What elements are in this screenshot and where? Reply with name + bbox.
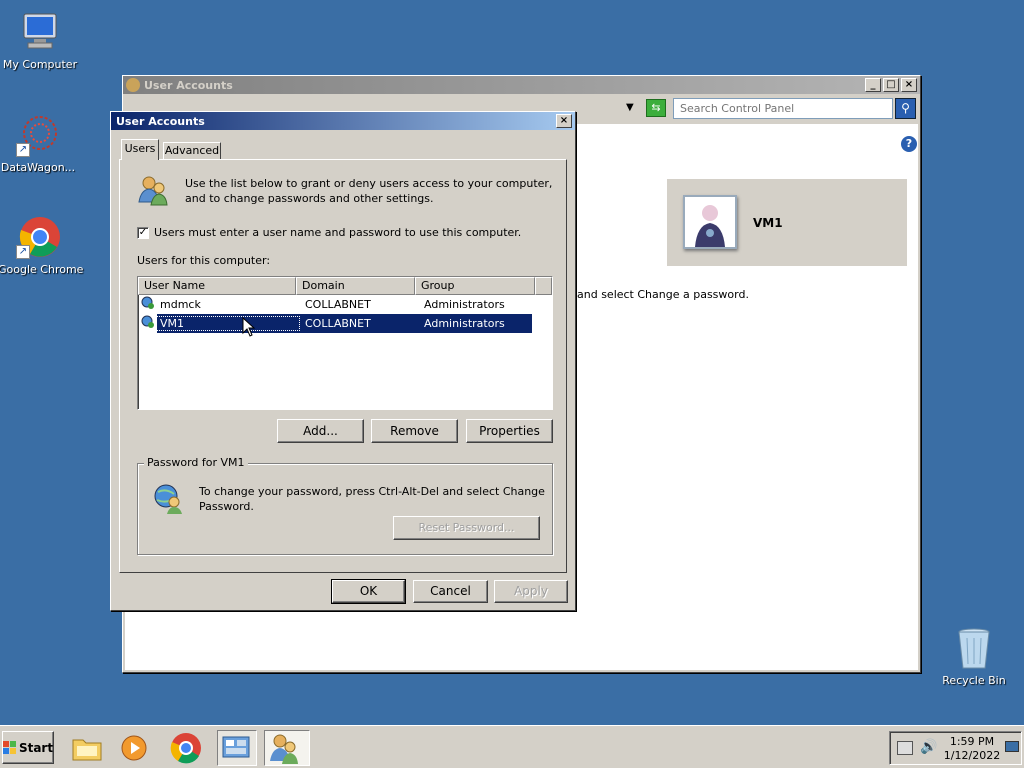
cell-group: Administrators bbox=[424, 317, 505, 330]
checkbox-label: Users must enter a user name and passwor… bbox=[154, 226, 522, 239]
user-tile-name: VM1 bbox=[753, 216, 783, 230]
selection-highlight: VM1 COLLABNET Administrators bbox=[156, 314, 532, 333]
show-desktop-icon[interactable] bbox=[1005, 741, 1019, 752]
desktop-icon-label: Recycle Bin bbox=[942, 674, 1006, 687]
start-label: Start bbox=[18, 740, 54, 755]
dialog-titlebar: User Accounts × bbox=[111, 112, 575, 130]
search-button[interactable]: ⚲ bbox=[895, 98, 916, 119]
recycle-bin-icon bbox=[952, 626, 996, 670]
password-groupbox: Password for VM1 To change your password… bbox=[137, 456, 553, 555]
cancel-button[interactable]: Cancel bbox=[413, 580, 488, 603]
datawagon-icon: ↗ bbox=[16, 113, 60, 157]
desktop-icon-label: My Computer bbox=[2, 58, 78, 71]
column-header-username[interactable]: User Name bbox=[138, 277, 296, 295]
dialog-title: User Accounts bbox=[116, 114, 205, 128]
ok-button[interactable]: OK bbox=[331, 579, 406, 604]
search-input[interactable] bbox=[673, 98, 893, 119]
start-button[interactable]: Start bbox=[2, 731, 54, 764]
intro-text-line: Use the list below to grant or deny user… bbox=[185, 177, 553, 190]
control-panel-taskbar-icon[interactable] bbox=[217, 730, 257, 766]
help-icon[interactable]: ? bbox=[901, 136, 917, 152]
desktop-icon-datawagon[interactable]: ↗ DataWagon... bbox=[0, 113, 78, 174]
users-info-icon bbox=[137, 174, 169, 209]
password-user-icon bbox=[152, 482, 184, 517]
file-explorer-taskbar-icon[interactable] bbox=[69, 730, 105, 766]
close-button[interactable]: × bbox=[901, 78, 917, 92]
volume-icon[interactable]: 🔊 bbox=[920, 739, 937, 755]
clock-time: 1:59 PM bbox=[949, 735, 995, 748]
desktop-icon-chrome[interactable]: ↗ Google Chrome bbox=[0, 215, 84, 276]
users-list-label: Users for this computer: bbox=[137, 254, 271, 267]
network-icon[interactable] bbox=[897, 741, 913, 755]
users-tab-panel: Use the list below to grant or deny user… bbox=[119, 159, 567, 573]
remove-button[interactable]: Remove bbox=[371, 419, 458, 443]
partial-instruction-text: and select Change a password. bbox=[577, 288, 749, 301]
taskbar: Start 🔊 1:59 PM 1/12/2022 bbox=[0, 725, 1024, 768]
column-header-group[interactable]: Group bbox=[415, 277, 535, 295]
refresh-button[interactable]: ⇆ bbox=[646, 99, 666, 117]
cell-domain: COLLABNET bbox=[305, 317, 371, 330]
intro-text: Use the list below to grant or deny user… bbox=[185, 176, 552, 206]
tab-label: Advanced bbox=[164, 144, 220, 157]
windows-logo-icon bbox=[2, 741, 16, 754]
close-button[interactable]: × bbox=[556, 114, 572, 128]
system-tray: 🔊 1:59 PM 1/12/2022 bbox=[889, 731, 1022, 765]
user-globe-icon bbox=[141, 296, 157, 313]
clock-date: 1/12/2022 bbox=[943, 749, 1001, 762]
properties-button[interactable]: Properties bbox=[466, 419, 553, 443]
table-row-selected[interactable]: VM1 COLLABNET Administrators bbox=[138, 314, 552, 333]
password-instructions: To change your password, press Ctrl-Alt-… bbox=[199, 484, 545, 514]
chrome-icon: ↗ bbox=[16, 215, 60, 259]
shortcut-arrow-icon: ↗ bbox=[16, 143, 30, 157]
desktop-icon-my-computer[interactable]: My Computer bbox=[0, 10, 80, 71]
dropdown-arrow-icon[interactable]: ▼ bbox=[626, 102, 634, 113]
desktop-icon-recycle-bin[interactable]: Recycle Bin bbox=[934, 626, 1014, 687]
user-avatar bbox=[683, 195, 737, 249]
require-login-checkbox[interactable]: ✓ bbox=[137, 226, 149, 239]
list-header: User Name Domain Group bbox=[138, 277, 552, 295]
control-panel-titlebar: User Accounts _ □ × bbox=[123, 76, 920, 94]
user-globe-icon bbox=[141, 315, 157, 332]
column-header-filler bbox=[535, 277, 552, 295]
reset-password-button[interactable]: Reset Password... bbox=[393, 516, 540, 540]
cell-domain: COLLABNET bbox=[305, 298, 371, 311]
apply-button[interactable]: Apply bbox=[494, 580, 568, 603]
password-group-label: Password for VM1 bbox=[144, 456, 248, 469]
user-tile[interactable]: VM1 bbox=[667, 179, 907, 266]
tab-advanced[interactable]: Advanced bbox=[163, 142, 221, 160]
minimize-button[interactable]: _ bbox=[865, 78, 881, 92]
maximize-button[interactable]: □ bbox=[883, 78, 899, 92]
mouse-cursor-icon bbox=[242, 317, 256, 337]
intro-text-line: and to change passwords and other settin… bbox=[185, 192, 434, 205]
shortcut-arrow-icon: ↗ bbox=[16, 245, 30, 259]
media-player-taskbar-icon[interactable] bbox=[116, 730, 152, 766]
password-text-line: To change your password, press Ctrl-Alt-… bbox=[199, 485, 545, 498]
computer-icon bbox=[18, 10, 62, 54]
table-row[interactable]: mdmck COLLABNET Administrators bbox=[138, 295, 552, 314]
desktop-icon-label: DataWagon... bbox=[0, 161, 76, 174]
desktop-icon-label: Google Chrome bbox=[0, 263, 84, 276]
add-button[interactable]: Add... bbox=[277, 419, 364, 443]
window-title: User Accounts bbox=[144, 78, 233, 92]
cell-username: mdmck bbox=[160, 298, 201, 311]
chrome-taskbar-icon[interactable] bbox=[168, 730, 204, 766]
cell-group: Administrators bbox=[424, 298, 505, 311]
cell-username: VM1 bbox=[156, 316, 300, 331]
user-accounts-taskbar-icon[interactable] bbox=[264, 730, 310, 766]
users-list[interactable]: User Name Domain Group mdmck COLLABNET A… bbox=[137, 276, 553, 410]
require-login-checkbox-row[interactable]: ✓ Users must enter a user name and passw… bbox=[137, 226, 521, 239]
tab-users[interactable]: Users bbox=[121, 139, 159, 160]
password-text-line: Password. bbox=[199, 500, 254, 513]
column-header-domain[interactable]: Domain bbox=[296, 277, 415, 295]
clock[interactable]: 1:59 PM 1/12/2022 bbox=[942, 735, 1002, 763]
tab-label: Users bbox=[124, 142, 156, 155]
user-accounts-icon bbox=[126, 78, 140, 92]
user-accounts-dialog: User Accounts × Users Advanced Use the l… bbox=[110, 111, 576, 611]
